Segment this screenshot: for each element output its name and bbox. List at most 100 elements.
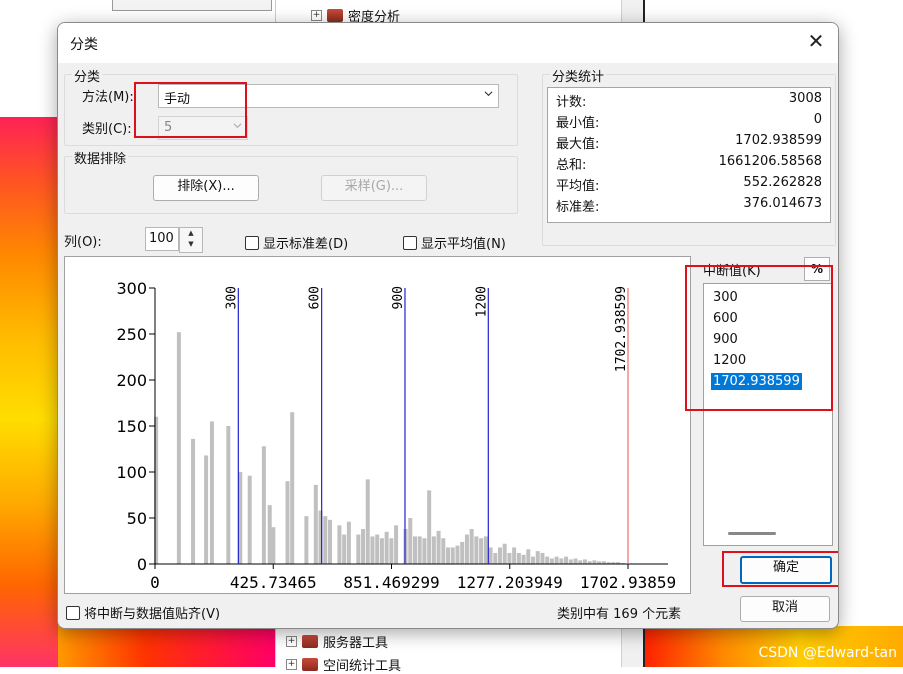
spin-up-icon[interactable]: ▲ <box>180 228 202 239</box>
exclusion-group <box>64 156 518 214</box>
x-tick-label: 1702.93859 <box>580 573 676 592</box>
break-line-label: 1200 <box>474 286 489 317</box>
histogram-bar <box>427 490 432 564</box>
method-label: 方法(M): <box>82 90 134 105</box>
stats-panel: 计数: 3008 最小值: 0 最大值: 1702.938599 总和: 1661206… <box>547 87 831 223</box>
histogram-bar <box>361 529 366 564</box>
checkbox-icon[interactable] <box>403 235 417 250</box>
histogram-bar <box>304 516 309 564</box>
list-scrollbar[interactable] <box>728 532 776 535</box>
histogram-bar <box>346 521 351 564</box>
histogram-bar <box>337 525 342 564</box>
histogram-bar <box>204 455 209 564</box>
histogram-bar <box>507 552 512 564</box>
classes-label: 类别(C): <box>82 122 132 137</box>
histogram-bar <box>323 516 328 564</box>
watermark: CSDN @Edward-tan <box>758 645 897 661</box>
x-tick-label: 425.73465 <box>230 573 317 592</box>
histogram-bar <box>535 551 540 564</box>
histogram-bar <box>271 527 276 564</box>
histogram-bar <box>559 558 564 564</box>
histogram-bar <box>379 538 384 564</box>
tree-item-spatial-stats[interactable]: + 空间统计工具 <box>286 655 401 674</box>
snap-checkbox[interactable]: 将中断与数据值贴齐(V) <box>66 603 220 622</box>
y-tick-label: 150 <box>116 417 147 436</box>
histogram-bar <box>464 534 469 564</box>
histogram-bar <box>375 534 380 564</box>
histogram-bar <box>408 518 413 564</box>
y-tick-label: 300 <box>116 279 147 298</box>
dialog-title: 分类 <box>70 37 98 53</box>
histogram-bar <box>497 547 502 564</box>
histogram-bar <box>545 556 550 564</box>
histogram-bar <box>436 530 441 564</box>
y-tick-label: 50 <box>127 509 147 528</box>
cancel-button[interactable]: 取消 <box>740 596 830 622</box>
tree-item-server[interactable]: + 服务器工具 <box>286 632 388 651</box>
histogram-bar <box>540 552 545 564</box>
stat-max: 最大值: 1702.938599 <box>556 133 822 152</box>
histogram-bar <box>261 446 266 564</box>
histogram-bar <box>370 536 375 564</box>
annotation-highlight-breaks <box>685 265 833 411</box>
histogram-panel[interactable]: 0 50 100 150 200 250 300 0 425.73465 851.469299 12… <box>64 256 691 594</box>
checkbox-icon[interactable] <box>66 605 80 620</box>
histogram-bar <box>209 421 214 564</box>
stat-min: 最小值: 0 <box>556 112 822 131</box>
histogram-bar <box>488 547 493 564</box>
expand-icon[interactable]: + <box>286 659 297 670</box>
histogram-bar <box>441 538 446 564</box>
histogram-bar <box>554 556 559 564</box>
histogram-bar <box>226 426 231 564</box>
columns-label: 列(O): <box>64 235 102 250</box>
toolbox-icon <box>302 635 318 648</box>
histogram-bar <box>474 536 479 564</box>
histogram-bar <box>417 536 422 564</box>
classification-group-label: 分类 <box>72 66 103 85</box>
histogram-bar <box>191 438 196 564</box>
histogram-bar <box>342 534 347 564</box>
histogram-bar <box>493 552 498 564</box>
toolbox-icon <box>327 9 343 22</box>
stats-group-label: 分类统计 <box>550 66 607 85</box>
histogram-bar <box>290 412 295 564</box>
checkbox-icon[interactable] <box>245 235 259 250</box>
histogram-bar <box>384 531 389 564</box>
background-toolbar-fragment <box>112 0 272 11</box>
histogram-bar <box>422 538 427 564</box>
exclusion-group-label: 数据排除 <box>72 148 129 167</box>
expand-icon[interactable]: + <box>311 10 322 21</box>
raster-map-bottom <box>58 626 275 667</box>
expand-icon[interactable]: + <box>286 636 297 647</box>
histogram-bar <box>592 560 597 564</box>
y-tick-label: 200 <box>116 371 147 390</box>
stat-stddev: 标准差: 376.014673 <box>556 196 822 215</box>
sample-button[interactable]: 采样(G)... <box>321 175 427 201</box>
break-line-label: 1702.938599 <box>614 286 629 372</box>
histogram-bar <box>267 505 272 564</box>
histogram-bar <box>455 545 460 564</box>
dialog-titlebar: 分类 ✕ <box>58 23 838 63</box>
histogram-chart[interactable]: 0 50 100 150 200 250 300 0 425.73465 851.469299 12… <box>65 257 690 593</box>
histogram-bar <box>526 549 531 564</box>
break-line-label: 300 <box>224 286 239 309</box>
show-std-checkbox[interactable]: 显示标准差(D) <box>245 233 348 252</box>
x-tick-label: 851.469299 <box>343 573 439 592</box>
histogram-bar <box>176 332 181 564</box>
histogram-bar <box>446 547 451 564</box>
spin-down-icon[interactable]: ▼ <box>180 239 202 250</box>
y-tick-label: 0 <box>137 555 147 574</box>
show-mean-checkbox[interactable]: 显示平均值(N) <box>403 233 506 252</box>
histogram-bar <box>460 541 465 564</box>
histogram-bar <box>516 552 521 564</box>
close-icon[interactable]: ✕ <box>806 31 826 52</box>
columns-spinner[interactable]: ▲ ▼ <box>179 227 203 253</box>
exclude-button[interactable]: 排除(X)... <box>153 175 259 201</box>
histogram-bar <box>431 536 436 564</box>
break-line-label: 900 <box>391 286 406 309</box>
columns-input[interactable]: 100 <box>145 227 179 251</box>
histogram-bar <box>483 536 488 564</box>
histogram-bar <box>582 559 587 564</box>
histogram-bar <box>327 519 332 564</box>
histogram-bar <box>365 479 370 564</box>
